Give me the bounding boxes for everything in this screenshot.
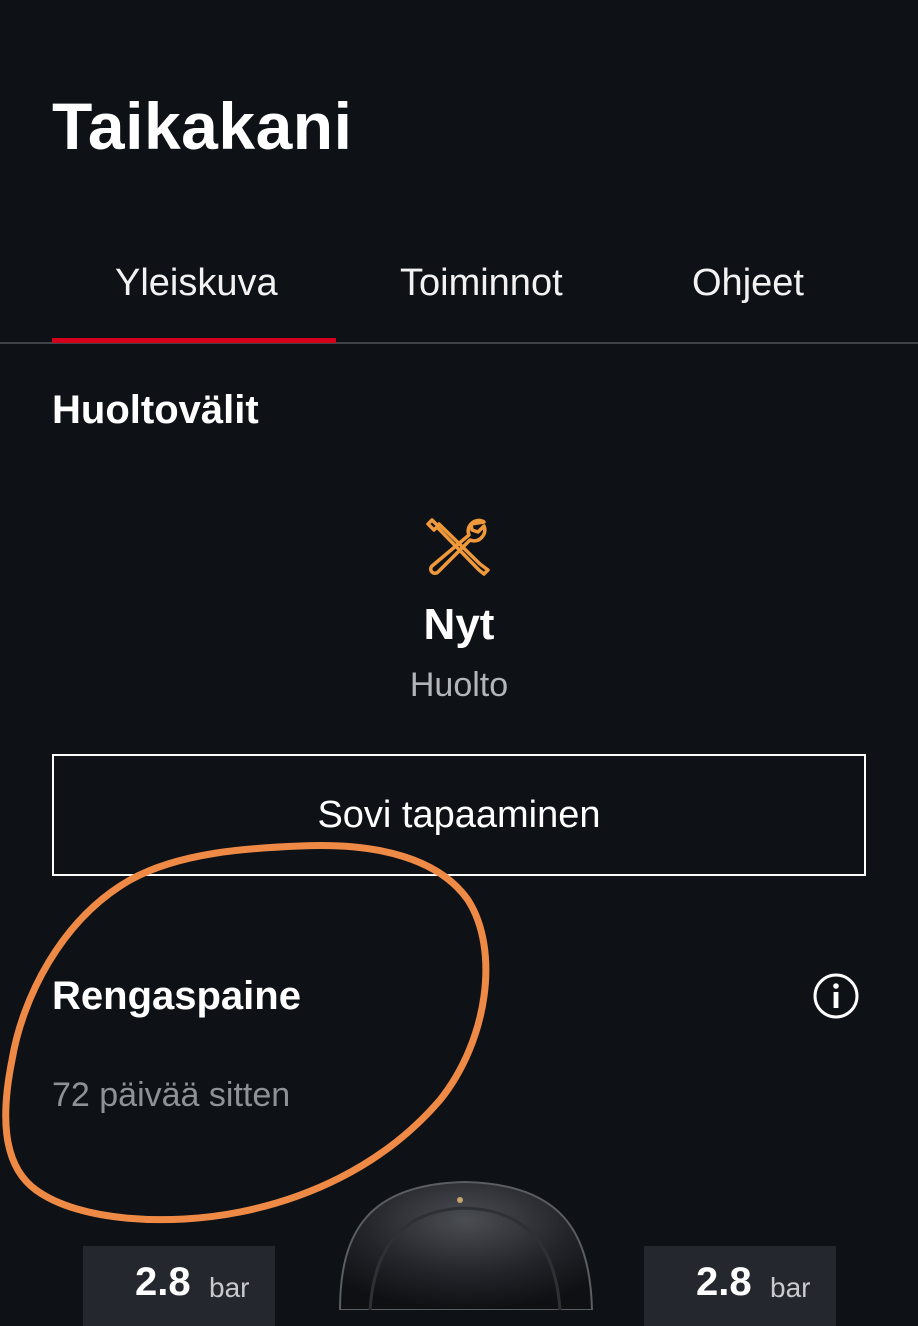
tab-guides[interactable]: Ohjeet [692,262,804,305]
tire-pressure-section-title: Rengaspaine [52,974,301,1018]
tire-front-right-value: 2.8 [696,1260,752,1304]
tire-front-right-unit: bar [770,1272,811,1303]
tab-functions[interactable]: Toiminnot [400,262,563,305]
tab-bar: Yleiskuva Toiminnot Ohjeet [0,232,918,344]
tire-front-left-unit: bar [209,1272,250,1303]
page-title: Taikakani [52,89,353,163]
tire-pressure-last-updated: 72 päivää sitten [52,1076,291,1114]
tab-overview[interactable]: Yleiskuva [115,262,278,305]
info-icon[interactable] [812,972,860,1020]
tire-front-right: 2.8 bar [644,1246,836,1326]
tire-front-left-value: 2.8 [135,1260,191,1304]
service-label: Huolto [409,666,509,704]
wrench-screwdriver-icon [426,518,490,576]
book-appointment-button[interactable]: Sovi tapaaminen [52,754,866,876]
service-status: Nyt [423,600,495,649]
car-top-view-image [338,1180,594,1310]
service-section-title: Huoltovälit [52,388,259,432]
active-tab-indicator [52,338,336,343]
tire-front-left: 2.8 bar [83,1246,275,1326]
